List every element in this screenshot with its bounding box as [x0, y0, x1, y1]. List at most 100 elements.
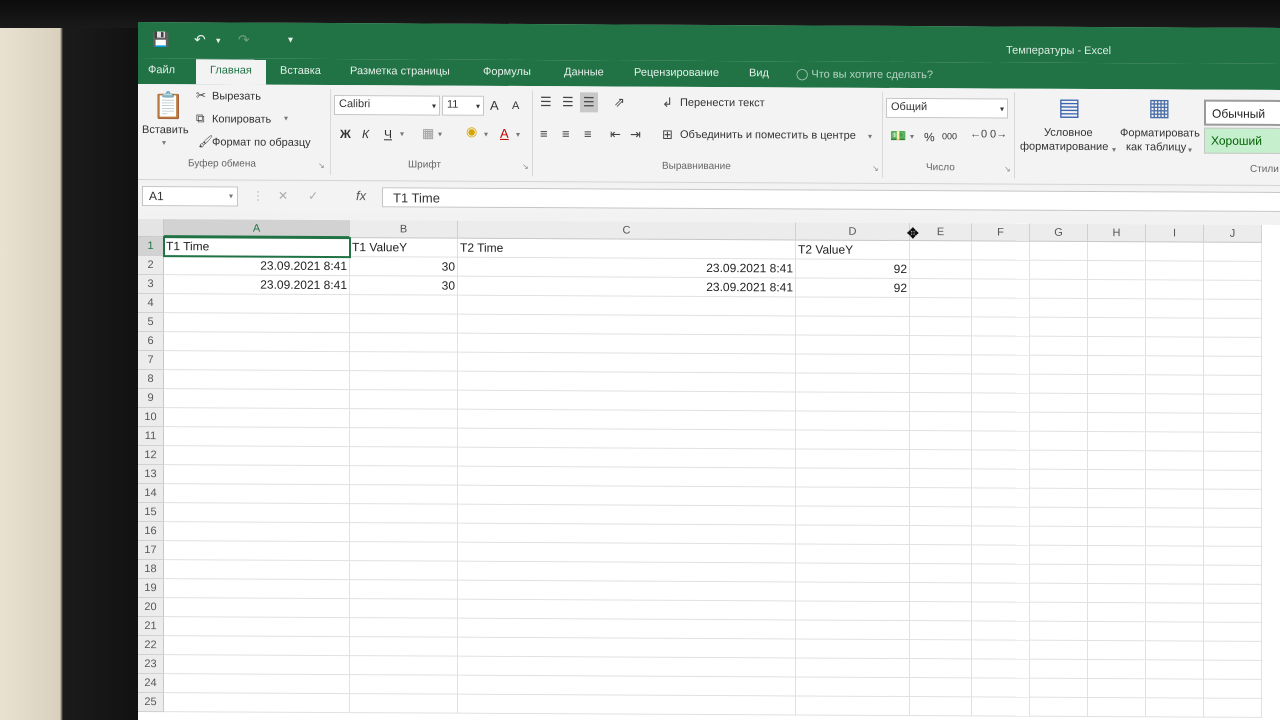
cell-e19[interactable]	[910, 583, 972, 603]
cell-b3[interactable]: 30	[350, 276, 458, 296]
cell-a3[interactable]: 23.09.2021 8:41	[164, 275, 350, 296]
cell-a12[interactable]	[164, 446, 350, 467]
cell-f1[interactable]	[972, 241, 1030, 261]
cell-a14[interactable]	[164, 484, 350, 505]
cell-j4[interactable]	[1204, 299, 1262, 319]
cell-h10[interactable]	[1088, 412, 1146, 433]
cell-j12[interactable]	[1204, 451, 1262, 471]
cell-j7[interactable]	[1204, 356, 1262, 376]
underline-button[interactable]: Ч	[384, 127, 392, 141]
cell-g14[interactable]	[1030, 488, 1088, 508]
cell-i17[interactable]	[1146, 546, 1204, 566]
cell-e2[interactable]	[910, 260, 972, 280]
row-header[interactable]: 13	[138, 465, 164, 485]
cell-i14[interactable]	[1146, 489, 1204, 509]
row-header[interactable]: 9	[138, 389, 164, 409]
cell-c25[interactable]	[458, 694, 796, 716]
cell-c6[interactable]	[458, 333, 796, 355]
cell-f21[interactable]	[972, 621, 1030, 641]
cell-i8[interactable]	[1146, 375, 1204, 395]
format-table-dropdown-icon[interactable]: ▾	[1188, 145, 1192, 154]
row-header[interactable]: 7	[138, 351, 164, 371]
cell-d20[interactable]	[796, 601, 910, 622]
row-header[interactable]: 10	[138, 408, 164, 428]
cell-c8[interactable]	[458, 371, 796, 393]
cell-f18[interactable]	[972, 564, 1030, 584]
cell-c11[interactable]	[458, 428, 796, 450]
cell-j5[interactable]	[1204, 318, 1262, 338]
cell-i16[interactable]	[1146, 527, 1204, 547]
cell-b23[interactable]	[350, 656, 458, 676]
column-header-e[interactable]: E	[910, 223, 972, 242]
cell-d11[interactable]	[796, 430, 910, 451]
cell-f14[interactable]	[972, 488, 1030, 508]
cell-h11[interactable]	[1088, 431, 1146, 452]
row-header[interactable]: 17	[138, 541, 164, 561]
cell-c1[interactable]: T2 Time	[458, 238, 796, 260]
cell-f6[interactable]	[972, 336, 1030, 356]
cell-f13[interactable]	[972, 469, 1030, 489]
cell-j17[interactable]	[1204, 546, 1262, 566]
cell-f7[interactable]	[972, 355, 1030, 375]
cell-g5[interactable]	[1030, 317, 1088, 337]
paste-dropdown-icon[interactable]: ▾	[162, 138, 166, 147]
cell-e11[interactable]	[910, 431, 972, 451]
cell-e6[interactable]	[910, 336, 972, 356]
clipboard-launcher-icon[interactable]: ↘	[318, 161, 325, 170]
cell-b19[interactable]	[350, 580, 458, 600]
cell-j2[interactable]	[1204, 261, 1262, 281]
cell-a13[interactable]	[164, 465, 350, 486]
row-header[interactable]: 3	[138, 275, 164, 295]
cell-a20[interactable]	[164, 598, 350, 619]
cell-d25[interactable]	[796, 696, 910, 717]
currency-dropdown-icon[interactable]: ▾	[910, 132, 914, 141]
borders-dropdown-icon[interactable]: ▾	[438, 130, 442, 139]
cell-h14[interactable]	[1088, 488, 1146, 509]
cell-a4[interactable]	[164, 294, 350, 315]
cell-e23[interactable]	[910, 659, 972, 679]
cell-d2[interactable]: 92	[796, 259, 910, 280]
cell-g12[interactable]	[1030, 450, 1088, 470]
cell-b22[interactable]	[350, 637, 458, 657]
cell-j3[interactable]	[1204, 280, 1262, 300]
cell-b21[interactable]	[350, 618, 458, 638]
row-header[interactable]: 22	[138, 636, 164, 656]
cell-d4[interactable]	[796, 297, 910, 318]
cell-c2[interactable]: 23.09.2021 8:41	[458, 257, 796, 279]
column-header-f[interactable]: F	[972, 223, 1030, 242]
row-header[interactable]: 24	[138, 674, 164, 694]
tab-view[interactable]: Вид	[749, 67, 769, 79]
cell-i13[interactable]	[1146, 470, 1204, 490]
row-header[interactable]: 6	[138, 332, 164, 352]
copy-dropdown-icon[interactable]: ▾	[284, 114, 288, 123]
cell-g6[interactable]	[1030, 336, 1088, 356]
cell-a23[interactable]	[164, 655, 350, 676]
cell-a17[interactable]	[164, 541, 350, 562]
cell-i5[interactable]	[1146, 318, 1204, 338]
cell-i12[interactable]	[1146, 451, 1204, 471]
cell-d17[interactable]	[796, 544, 910, 565]
cell-j13[interactable]	[1204, 470, 1262, 490]
cell-b11[interactable]	[350, 428, 458, 448]
cell-a8[interactable]	[164, 370, 350, 391]
fill-color-icon[interactable]: ◉	[466, 124, 477, 140]
align-top-icon[interactable]: ☰	[540, 94, 552, 110]
cell-h18[interactable]	[1088, 564, 1146, 585]
column-header-d[interactable]: D	[796, 222, 910, 242]
drag-handle-icon[interactable]: ⋮	[252, 189, 264, 203]
cell-d21[interactable]	[796, 620, 910, 641]
cell-i23[interactable]	[1146, 660, 1204, 680]
cell-j1[interactable]	[1204, 242, 1262, 262]
cell-a6[interactable]	[164, 332, 350, 353]
cell-h15[interactable]	[1088, 507, 1146, 528]
cell-f9[interactable]	[972, 393, 1030, 413]
percent-button[interactable]: %	[924, 130, 935, 144]
cell-d1[interactable]: T2 ValueY	[796, 240, 910, 261]
conditional-dropdown-icon[interactable]: ▾	[1112, 145, 1116, 154]
cell-i11[interactable]	[1146, 432, 1204, 452]
cell-i18[interactable]	[1146, 565, 1204, 585]
cell-e10[interactable]	[910, 412, 972, 432]
cell-d7[interactable]	[796, 354, 910, 375]
cell-b5[interactable]	[350, 314, 458, 334]
cell-j20[interactable]	[1204, 603, 1262, 623]
